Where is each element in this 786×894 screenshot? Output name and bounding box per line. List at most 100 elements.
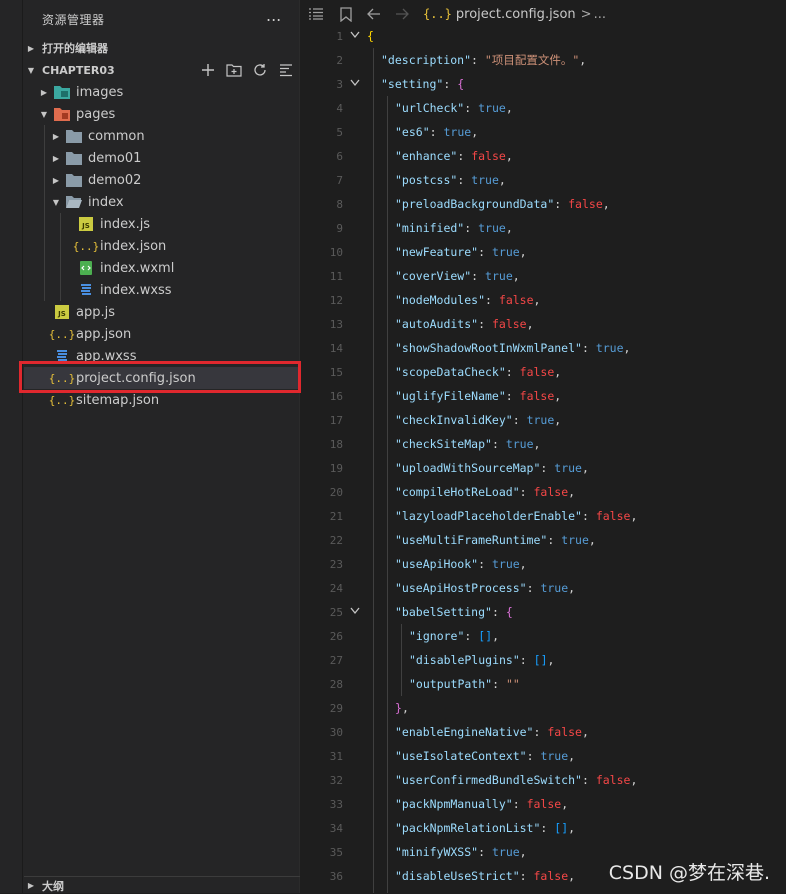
code-text: { [367, 29, 374, 43]
tree-item-common[interactable]: ▶ common [24, 125, 300, 147]
code-line[interactable]: 24 "useApiHostProcess": true, [301, 576, 786, 600]
new-folder-button[interactable] [226, 62, 242, 78]
code-line[interactable]: 20 "compileHotReLoad": false, [301, 480, 786, 504]
collapse-all-button[interactable] [278, 62, 294, 78]
code-text: "lazyloadPlaceholderEnable": false, [395, 509, 638, 523]
fold-chevron-icon[interactable] [343, 607, 367, 618]
code-line[interactable]: 12 "nodeModules": false, [301, 288, 786, 312]
tree-item-index-js[interactable]: JS index.js [24, 213, 300, 235]
tree-item-label: index.wxss [100, 282, 172, 298]
tree-item-app-js[interactable]: JS app.js [24, 301, 300, 323]
line-number: 7 [336, 173, 343, 187]
chevron-right-icon: ▶ [27, 43, 35, 53]
code-line[interactable]: 23 "useApiHook": true, [301, 552, 786, 576]
code-line[interactable]: 10 "newFeature": true, [301, 240, 786, 264]
code-line[interactable]: 29}, [301, 696, 786, 720]
code-line[interactable]: 3 "setting": { [301, 72, 786, 96]
folder-icon [66, 150, 82, 166]
tree-item-demo01[interactable]: ▶ demo01 [24, 147, 300, 169]
code-line[interactable]: 17 "checkInvalidKey": true, [301, 408, 786, 432]
chevron-right-icon: ▶ [52, 153, 60, 163]
code-text: "newFeature": true, [395, 245, 527, 259]
tree-item-index-wxml[interactable]: index.wxml [24, 257, 300, 279]
tree-item-label: app.js [76, 304, 115, 320]
code-line[interactable]: 33 "packNpmManually": false, [301, 792, 786, 816]
code-line[interactable]: 9 "minified": true, [301, 216, 786, 240]
json-file-icon: {..} [423, 7, 452, 21]
code-line[interactable]: 32 "userConfirmedBundleSwitch": false, [301, 768, 786, 792]
code-line[interactable]: 8 "preloadBackgroundData": false, [301, 192, 786, 216]
explorer-sidebar: 资源管理器 ... ▶ 打开的编辑器 ▼ CHAPTER03 ▶ images ▼ p… [0, 0, 301, 894]
folder-icon [66, 172, 82, 188]
list-icon[interactable] [307, 5, 325, 23]
breadcrumb-more[interactable]: ... [594, 7, 606, 22]
breadcrumb-file[interactable]: project.config.json [456, 7, 576, 22]
line-number: 2 [336, 53, 343, 67]
code-line[interactable]: 13 "autoAudits": false, [301, 312, 786, 336]
pages-folder-icon [54, 106, 70, 122]
new-file-button[interactable] [200, 62, 216, 78]
tree-item-images[interactable]: ▶ images [24, 81, 300, 103]
refresh-icon [254, 64, 266, 76]
code-line[interactable]: 26 "ignore": [], [301, 624, 786, 648]
folder-icon [66, 128, 82, 144]
new-folder-icon [226, 64, 242, 77]
code-text: "checkInvalidKey": true, [395, 413, 562, 427]
code-line[interactable]: 6 "enhance": false, [301, 144, 786, 168]
fold-chevron-icon[interactable] [343, 79, 367, 90]
code-line[interactable]: 18 "checkSiteMap": true, [301, 432, 786, 456]
project-section[interactable]: ▼ CHAPTER03 [24, 59, 300, 81]
code-line[interactable]: 14 "showShadowRootInWxmlPanel": true, [301, 336, 786, 360]
code-line[interactable]: 30 "enableEngineNative": false, [301, 720, 786, 744]
bookmark-icon[interactable] [337, 5, 355, 23]
tree-item-label: index.json [100, 238, 167, 254]
code-line[interactable]: 22 "useMultiFrameRuntime": true, [301, 528, 786, 552]
code-text: "showShadowRootInWxmlPanel": true, [395, 341, 631, 355]
code-line[interactable]: 28 "outputPath": "" [301, 672, 786, 696]
code-line[interactable]: 11 "coverView": true, [301, 264, 786, 288]
code-line[interactable]: 19 "uploadWithSourceMap": true, [301, 456, 786, 480]
activity-edge [0, 0, 23, 893]
code-text: "coverView": true, [395, 269, 520, 283]
tree-item-demo02[interactable]: ▶ demo02 [24, 169, 300, 191]
line-number: 20 [329, 485, 343, 499]
code-line[interactable]: 21 "lazyloadPlaceholderEnable": false, [301, 504, 786, 528]
code-line[interactable]: 25 "babelSetting": { [301, 600, 786, 624]
tree-item-index-json[interactable]: {..} index.json [24, 235, 300, 257]
code-editor[interactable]: {..} project.config.json > ... 1{2 "descr… [301, 0, 786, 893]
code-line[interactable]: 4 "urlCheck": true, [301, 96, 786, 120]
code-line[interactable]: 16 "uglifyFileName": false, [301, 384, 786, 408]
code-line[interactable]: 15 "scopeDataCheck": false, [301, 360, 786, 384]
plus-icon [202, 64, 214, 76]
code-line[interactable]: 5 "es6": true, [301, 120, 786, 144]
refresh-button[interactable] [252, 62, 268, 78]
collapse-icon [280, 64, 292, 77]
tree-item-pages[interactable]: ▼ pages [24, 103, 300, 125]
fold-chevron-icon[interactable] [343, 31, 367, 42]
code-line[interactable]: 34 "packNpmRelationList": [], [301, 816, 786, 840]
outline-section[interactable]: ▶ 大纲 [24, 876, 300, 894]
tree-item-app-json[interactable]: {..} app.json [24, 323, 300, 345]
line-number: 11 [329, 269, 343, 283]
tree-item-index-wxss[interactable]: index.wxss [24, 279, 300, 301]
code-line[interactable]: 1{ [301, 24, 786, 48]
line-number: 22 [329, 533, 343, 547]
code-line[interactable]: 7 "postcss": true, [301, 168, 786, 192]
back-arrow-icon[interactable] [365, 5, 383, 23]
code-text: "packNpmManually": false, [395, 797, 569, 811]
open-editors-label: 打开的编辑器 [42, 42, 108, 55]
line-number: 28 [329, 677, 343, 691]
line-number: 23 [329, 557, 343, 571]
forward-arrow-icon[interactable] [393, 5, 411, 23]
tree-item-label: index.js [100, 216, 151, 232]
more-actions-button[interactable]: ... [266, 6, 281, 25]
code-line[interactable]: 27 "disablePlugins": [], [301, 648, 786, 672]
tree-item-index[interactable]: ▼ index [24, 191, 300, 213]
images-folder-icon [54, 84, 70, 100]
code-line[interactable]: 2 "description": "项目配置文件。", [301, 48, 786, 72]
json-file-icon: {..} [72, 239, 100, 253]
code-line[interactable]: 31 "useIsolateContext": true, [301, 744, 786, 768]
line-number: 18 [329, 437, 343, 451]
line-number: 12 [329, 293, 343, 307]
open-editors-section[interactable]: ▶ 打开的编辑器 [24, 37, 300, 59]
